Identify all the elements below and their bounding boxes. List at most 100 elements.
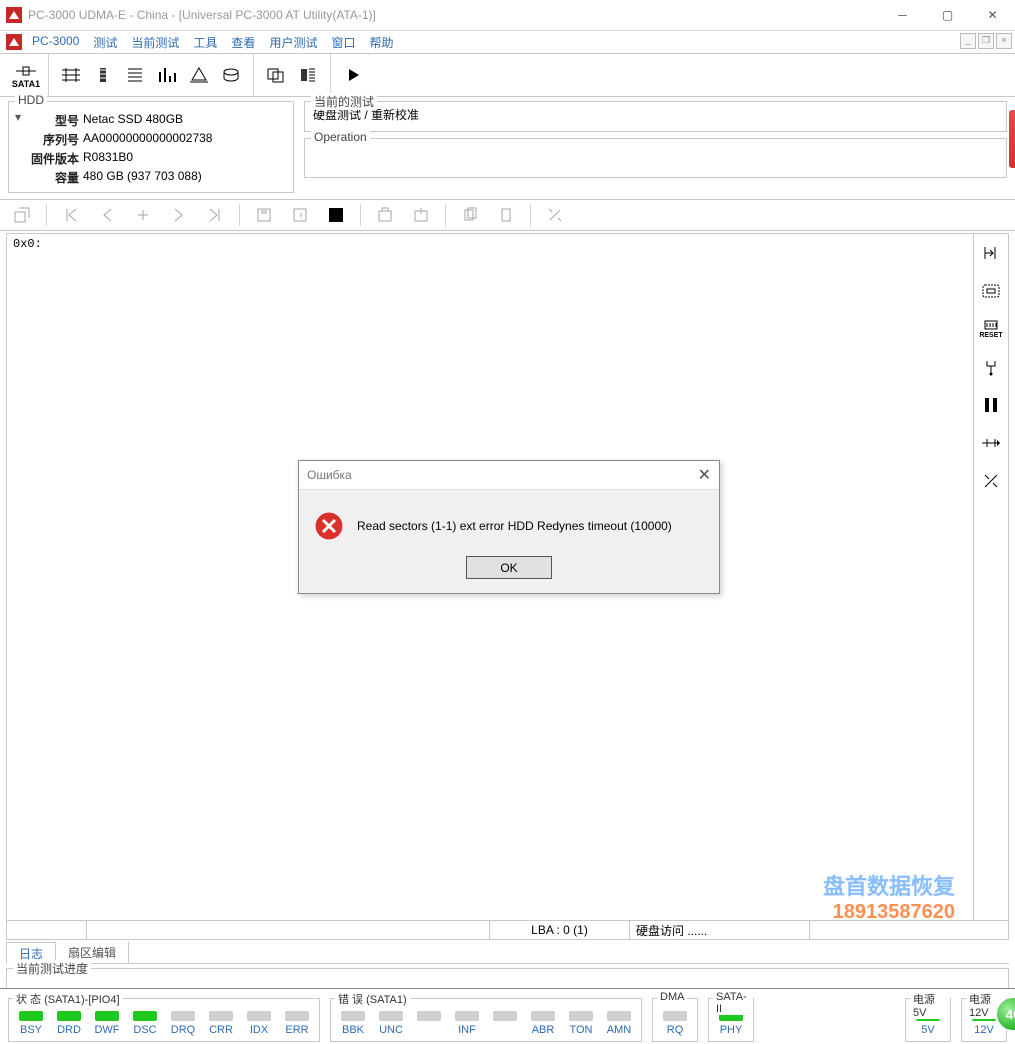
val-model: Netac SSD 480GB bbox=[83, 112, 212, 129]
status-access: 硬盘访问 ...... bbox=[630, 921, 810, 939]
error-indicator-INF: INF bbox=[451, 1011, 483, 1039]
dialog-close-button[interactable]: ✕ bbox=[698, 465, 711, 485]
lbl-cap: 容量 bbox=[23, 169, 79, 186]
tb-btn-5[interactable] bbox=[183, 57, 215, 93]
current-test-legend: 当前的测试 bbox=[311, 93, 377, 110]
dma-indicator-RQ: RQ bbox=[659, 1011, 691, 1039]
led-icon bbox=[209, 1011, 233, 1021]
error-indicator-AMN: AMN bbox=[603, 1011, 635, 1039]
side-toolbar: RESET bbox=[973, 234, 1008, 920]
menu-current-test[interactable]: 当前测试 bbox=[125, 32, 185, 53]
menu-user-test[interactable]: 用户测试 bbox=[263, 32, 323, 53]
menu-app[interactable]: PC-3000 bbox=[26, 32, 85, 53]
settings-icon[interactable] bbox=[539, 202, 571, 228]
tb-btn-6[interactable] bbox=[215, 57, 247, 93]
side-btn-reset[interactable]: RESET bbox=[979, 318, 1003, 340]
led-icon bbox=[57, 1011, 81, 1021]
menu-help[interactable]: 帮助 bbox=[363, 32, 399, 53]
editor-toolbar bbox=[0, 199, 1015, 231]
hdd-info-group: HDD ▾ 型号 Netac SSD 480GB 序列号 AA000000000… bbox=[8, 101, 294, 193]
play-button[interactable] bbox=[337, 57, 369, 93]
error-indicator-BBK: BBK bbox=[337, 1011, 369, 1039]
main-toolbar: SATA1 bbox=[0, 54, 1015, 97]
mdi-minimize-button[interactable]: _ bbox=[960, 33, 976, 49]
status-indicator-IDX: IDX bbox=[243, 1011, 275, 1039]
indicator-label: ERR bbox=[285, 1024, 308, 1036]
led-icon bbox=[19, 1011, 43, 1021]
bottom-tabs: 日志 扇区编辑 bbox=[6, 942, 1009, 964]
led-icon bbox=[569, 1011, 593, 1021]
indicator-label: INF bbox=[458, 1024, 476, 1036]
next-icon[interactable] bbox=[163, 202, 195, 228]
dialog-ok-button[interactable]: OK bbox=[466, 556, 552, 579]
mdi-close-button[interactable]: × bbox=[996, 33, 1012, 49]
save-icon[interactable] bbox=[248, 202, 280, 228]
led-icon bbox=[95, 1011, 119, 1021]
port-button[interactable]: SATA1 bbox=[10, 57, 42, 93]
side-tab-icon[interactable] bbox=[1009, 110, 1015, 168]
indicator-label: IDX bbox=[250, 1024, 268, 1036]
menu-window[interactable]: 窗口 bbox=[325, 32, 361, 53]
side-btn-4[interactable] bbox=[979, 432, 1003, 454]
operation-legend: Operation bbox=[311, 130, 370, 144]
lbl-fw: 固件版本 bbox=[23, 150, 79, 167]
tb2-btn-a[interactable] bbox=[369, 202, 401, 228]
sata2-legend: SATA-II bbox=[713, 991, 753, 1015]
maximize-button[interactable]: ▢ bbox=[925, 0, 970, 30]
led-icon bbox=[417, 1011, 441, 1021]
indicator-bar: 状 态 (SATA1)-[PIO4] BSYDRDDWFDSCDRQCRRIDX… bbox=[0, 988, 1015, 1044]
indicator-label: 5V bbox=[921, 1024, 934, 1036]
tb-btn-7[interactable] bbox=[260, 57, 292, 93]
close-button[interactable]: ✕ bbox=[970, 0, 1015, 30]
status-indicator-BSY: BSY bbox=[15, 1011, 47, 1039]
group-error: 错 误 (SATA1) BBKUNCINFABRTONAMN bbox=[330, 998, 642, 1042]
lbl-model: 型号 bbox=[23, 112, 79, 129]
indicator-label: ABR bbox=[532, 1024, 555, 1036]
status-lba: LBA : 0 (1) bbox=[490, 921, 630, 939]
error-indicator-TON: TON bbox=[565, 1011, 597, 1039]
tb2-btn-1[interactable] bbox=[6, 202, 38, 228]
tb-btn-1[interactable] bbox=[55, 57, 87, 93]
status-legend: 状 态 (SATA1)-[PIO4] bbox=[13, 991, 123, 1007]
led-icon bbox=[171, 1011, 195, 1021]
side-btn-1[interactable] bbox=[979, 242, 1003, 264]
menu-test[interactable]: 测试 bbox=[87, 32, 123, 53]
current-test-text: 硬盘测试 / 重新校准 bbox=[313, 106, 998, 123]
hdd-legend: HDD bbox=[15, 93, 47, 107]
led-icon bbox=[455, 1011, 479, 1021]
led-icon bbox=[493, 1011, 517, 1021]
led-icon bbox=[341, 1011, 365, 1021]
indicator-label: 12V bbox=[974, 1024, 994, 1036]
export-icon[interactable] bbox=[284, 202, 316, 228]
prev-icon[interactable] bbox=[91, 202, 123, 228]
hdd-expand-icon[interactable]: ▾ bbox=[13, 110, 23, 124]
led-icon bbox=[379, 1011, 403, 1021]
side-btn-2[interactable] bbox=[979, 280, 1003, 302]
progress-legend: 当前测试进度 bbox=[13, 960, 91, 977]
tb-btn-4[interactable] bbox=[151, 57, 183, 93]
menu-tools[interactable]: 工具 bbox=[187, 32, 223, 53]
tb-btn-8[interactable] bbox=[292, 57, 324, 93]
last-icon[interactable] bbox=[199, 202, 231, 228]
tb2-btn-b[interactable] bbox=[405, 202, 437, 228]
side-btn-5[interactable] bbox=[979, 470, 1003, 492]
goto-icon[interactable] bbox=[127, 202, 159, 228]
group-sata2: SATA-II PHY bbox=[708, 998, 754, 1042]
mdi-restore-button[interactable]: ❐ bbox=[978, 33, 994, 49]
first-icon[interactable] bbox=[55, 202, 87, 228]
indicator-label: UNC bbox=[379, 1024, 403, 1036]
tb-btn-3[interactable] bbox=[119, 57, 151, 93]
status-indicator-DSC: DSC bbox=[129, 1011, 161, 1039]
minimize-button[interactable]: ─ bbox=[880, 0, 925, 30]
paste-icon[interactable] bbox=[490, 202, 522, 228]
stop-icon[interactable] bbox=[320, 202, 352, 228]
error-indicator-4 bbox=[489, 1011, 521, 1039]
error-dialog: Ошибка ✕ Read sectors (1-1) ext error HD… bbox=[298, 460, 720, 594]
dma-legend: DMA bbox=[657, 991, 687, 1003]
pause-icon[interactable] bbox=[979, 394, 1003, 416]
menu-view[interactable]: 查看 bbox=[225, 32, 261, 53]
tb-btn-2[interactable] bbox=[87, 57, 119, 93]
side-btn-3[interactable] bbox=[979, 356, 1003, 378]
copy-icon[interactable] bbox=[454, 202, 486, 228]
indicator-label: PHY bbox=[720, 1024, 743, 1036]
